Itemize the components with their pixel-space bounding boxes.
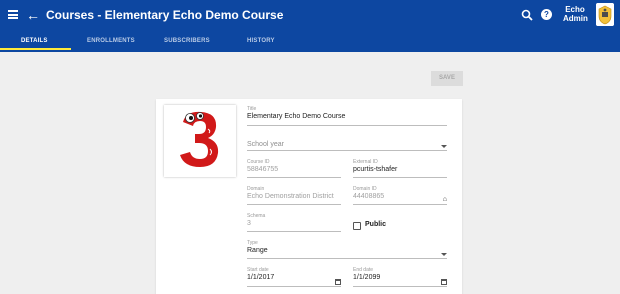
- start-date-value: 1/1/2017: [247, 274, 275, 281]
- app-header: ← Courses - Elementary Echo Demo Course …: [0, 0, 620, 32]
- back-arrow-icon[interactable]: ←: [26, 7, 40, 23]
- external-id-field[interactable]: External ID pcurtis-tshafer: [353, 159, 447, 178]
- search-icon[interactable]: [521, 9, 534, 22]
- avatar[interactable]: [596, 3, 614, 26]
- domain-value: Echo Demonstration District: [247, 193, 334, 200]
- school-year-select[interactable]: School year: [247, 134, 447, 151]
- tab-enrollments[interactable]: ENROLLMENTS: [87, 38, 135, 44]
- tab-details[interactable]: DETAILS: [21, 38, 48, 44]
- chevron-down-icon: [441, 145, 447, 148]
- end-date-value: 1/1/2099: [353, 274, 381, 281]
- user-name[interactable]: Echo Admin: [563, 5, 588, 23]
- school-year-placeholder: School year: [247, 141, 284, 148]
- home-icon[interactable]: ⌂: [443, 196, 447, 203]
- tab-subscribers[interactable]: SUBSCRIBERS: [164, 38, 210, 44]
- calendar-icon[interactable]: [441, 279, 447, 285]
- title-field[interactable]: Title Elementary Echo Demo Course: [247, 106, 447, 126]
- page-title: Courses - Elementary Echo Demo Course: [46, 8, 284, 22]
- schema-value: 3: [247, 220, 251, 227]
- user-name-line1: Echo: [565, 5, 585, 14]
- public-checkbox[interactable]: [353, 222, 361, 230]
- schema-field[interactable]: Schema 3: [247, 213, 341, 232]
- course-id-value: 58846755: [247, 166, 279, 173]
- domain-id-field[interactable]: Domain ID 44408865 ⌂: [353, 186, 447, 205]
- tab-history[interactable]: HISTORY: [247, 38, 275, 44]
- active-tab-indicator: [0, 48, 71, 50]
- tab-bar: DETAILS ENROLLMENTS SUBSCRIBERS HISTORY: [0, 32, 620, 52]
- external-id-value: pcurtis-tshafer: [353, 166, 398, 173]
- type-select[interactable]: Type Range: [247, 240, 447, 259]
- help-icon[interactable]: ?: [541, 9, 552, 20]
- public-checkbox-label: Public: [365, 221, 387, 228]
- menu-icon[interactable]: [8, 10, 18, 19]
- type-value: Range: [247, 247, 268, 254]
- user-name-line2: Admin: [563, 14, 588, 23]
- course-logo[interactable]: [164, 105, 236, 177]
- number-three-mascot-icon: [180, 111, 219, 167]
- start-date-field[interactable]: Start date 1/1/2017: [247, 267, 341, 287]
- domain-id-value: 44408865: [353, 193, 385, 200]
- title-value: Elementary Echo Demo Course: [247, 113, 346, 120]
- calendar-icon[interactable]: [335, 279, 341, 285]
- course-id-field[interactable]: Course ID 58846755: [247, 159, 341, 178]
- save-button[interactable]: SAVE: [431, 71, 463, 86]
- domain-field[interactable]: Domain Echo Demonstration District: [247, 186, 341, 205]
- end-date-field[interactable]: End date 1/1/2099: [353, 267, 447, 287]
- chevron-down-icon: [441, 253, 447, 256]
